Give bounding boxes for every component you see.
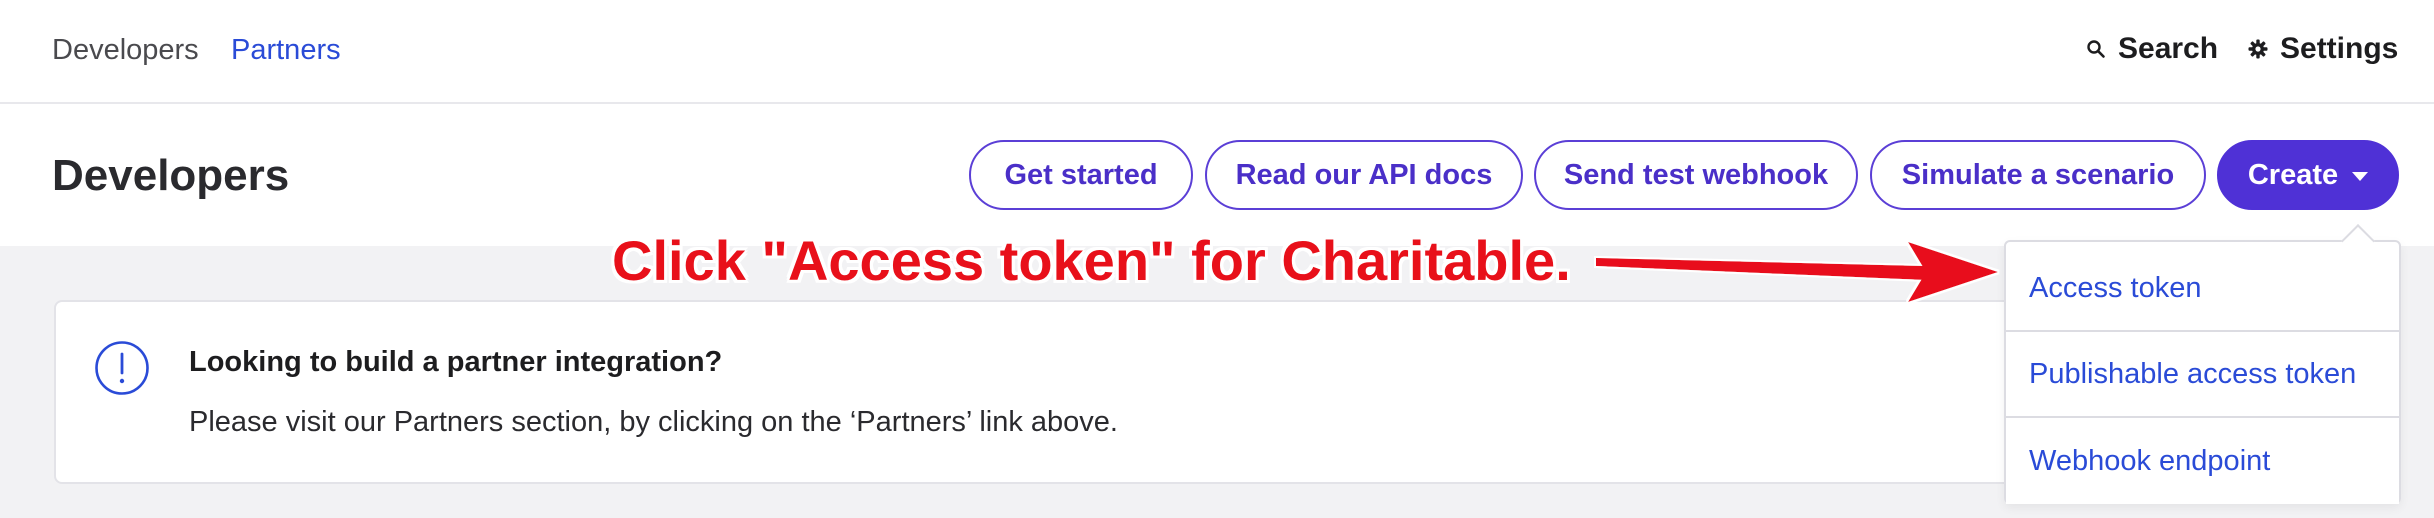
menu-item-webhook-endpoint[interactable]: Webhook endpoint — [2006, 418, 2399, 504]
page-header: Developers Get started Read our API docs… — [0, 104, 2434, 246]
annotation-arrow-icon — [1596, 242, 1998, 302]
annotation-instruction: Click "Access token" for Charitable. — [612, 229, 1571, 292]
chevron-down-icon — [2352, 172, 2369, 181]
menu-item-access-token[interactable]: Access token — [2006, 246, 2399, 332]
partner-info-banner: Looking to build a partner integration? … — [54, 300, 2144, 484]
create-dropdown-menu: Access token Publishable access token We… — [2004, 224, 2401, 504]
page-title: Developers — [52, 151, 290, 200]
gear-icon — [2248, 39, 2268, 59]
top-navigation: Developers Partners Search Settings — [0, 0, 2434, 104]
info-icon — [95, 341, 149, 395]
send-test-webhook-button[interactable]: Send test webhook — [1534, 140, 1858, 210]
get-started-button[interactable]: Get started — [969, 140, 1193, 210]
nav-link-developers[interactable]: Developers — [52, 32, 199, 68]
simulate-scenario-button[interactable]: Simulate a scenario — [1870, 140, 2206, 210]
menu-item-publishable-access-token[interactable]: Publishable access token — [2006, 332, 2399, 418]
search-button[interactable]: Search — [2086, 30, 2218, 68]
nav-link-partners[interactable]: Partners — [231, 32, 341, 68]
settings-label: Settings — [2280, 32, 2399, 65]
banner-body: Please visit our Partners section, by cl… — [189, 406, 1118, 438]
create-button[interactable]: Create — [2217, 140, 2399, 210]
banner-title: Looking to build a partner integration? — [189, 346, 723, 378]
create-button-label: Create — [2247, 158, 2339, 191]
api-docs-button[interactable]: Read our API docs — [1205, 140, 1523, 210]
settings-button[interactable]: Settings — [2248, 30, 2398, 68]
search-icon — [2087, 40, 2105, 58]
search-label: Search — [2118, 32, 2219, 65]
